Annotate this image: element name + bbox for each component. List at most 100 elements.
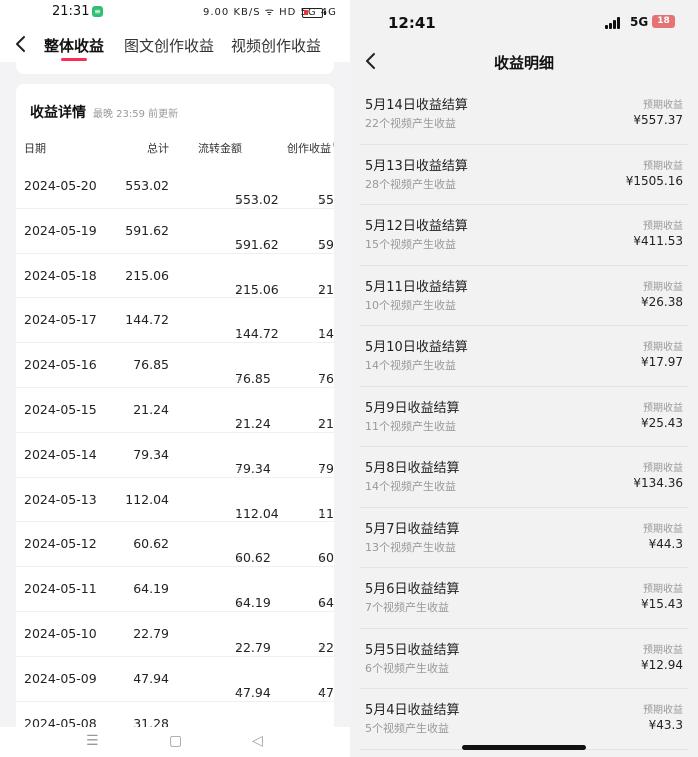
chevron-right-icon: › bbox=[237, 639, 242, 655]
chevron-right-icon: › bbox=[237, 415, 242, 431]
row-total: 591.62 bbox=[125, 222, 169, 238]
expected-value: ¥17.97 bbox=[641, 355, 683, 369]
status-time: 21:31 bbox=[52, 4, 90, 19]
info-icon[interactable]: ? bbox=[333, 140, 334, 149]
settlement-title: 5月12日收益结算 bbox=[365, 219, 468, 234]
chevron-right-icon: › bbox=[237, 460, 242, 476]
page-header: 收益明细 bbox=[350, 44, 698, 84]
chevron-right-icon: › bbox=[237, 684, 242, 700]
expected-label: 预期收益 bbox=[643, 221, 683, 232]
table-row: 2024-05-0947.9447.94›47.94› bbox=[16, 657, 334, 702]
expected-label: 预期收益 bbox=[643, 705, 683, 716]
settlement-subtitle: 14个视频产生收益 bbox=[365, 480, 456, 493]
tab-article-earnings[interactable]: 图文创作收益 bbox=[124, 35, 214, 56]
settlement-item[interactable]: 5月12日收益结算 15个视频产生收益 预期收益 ¥411.53 bbox=[360, 205, 688, 266]
expected-value: ¥43.3 bbox=[648, 718, 683, 732]
settlement-item[interactable]: 5月7日收益结算 13个视频产生收益 预期收益 ¥44.3 bbox=[360, 508, 688, 568]
expected-value: ¥557.37 bbox=[633, 113, 683, 127]
col-date: 日期 bbox=[24, 142, 46, 155]
update-note: 最晚 23:59 前更新 bbox=[93, 109, 179, 120]
settlement-title: 5月9日收益结算 bbox=[365, 400, 460, 416]
settlement-subtitle: 6个视频产生收益 bbox=[365, 661, 449, 675]
signal-icon bbox=[605, 17, 623, 29]
home-icon[interactable]: ▢ bbox=[169, 733, 182, 749]
settlement-item[interactable]: 5月9日收益结算 11个视频产生收益 预期收益 ¥25.43 bbox=[360, 387, 688, 447]
chevron-right-icon: › bbox=[320, 281, 325, 297]
page-title: 收益明细 bbox=[493, 54, 554, 72]
settlement-title: 5月13日收益结算 bbox=[365, 158, 468, 174]
expected-label: 预期收益 bbox=[643, 644, 683, 656]
row-total: 21.24 bbox=[133, 401, 169, 417]
table-row: 2024-05-1521.2421.24›21.24› bbox=[16, 388, 334, 433]
row-total: 60.62 bbox=[133, 536, 169, 552]
chevron-right-icon: › bbox=[320, 371, 325, 387]
settlement-list: 5月14日收益结算 22个视频产生收益预期收益 ¥557.37 5月13日收益结算 28… bbox=[360, 84, 688, 750]
settlement-item[interactable]: 5月4日收益结算 5个视频产生收益 预期收益 ¥43.3 bbox=[360, 689, 688, 750]
expected-label: 预期收益 bbox=[643, 584, 683, 595]
settlement-title: 5月11日收益结算 bbox=[365, 279, 468, 295]
settlement-item[interactable]: 5月10日收益结算 14个视频产生收益 预期收益 ¥17.97 bbox=[360, 326, 688, 387]
settlement-subtitle: 28个视频产生收益 bbox=[365, 177, 456, 191]
row-date: 2024-05-19 bbox=[24, 222, 97, 238]
settlement-subtitle: 22个视频产生收益 bbox=[365, 117, 456, 130]
settlement-title: 5月14日收益结算 bbox=[365, 98, 468, 113]
row-date: 2024-05-15 bbox=[24, 401, 97, 417]
settlement-title: 5月8日收益结算 bbox=[365, 461, 460, 476]
row-date: 2024-05-09 bbox=[24, 670, 97, 686]
earnings-table: 2024-05-20553.02553.02›553.02›2024-05-19… bbox=[16, 164, 334, 744]
chevron-right-icon: › bbox=[237, 371, 242, 387]
expected-value: ¥44.3 bbox=[648, 536, 683, 551]
chevron-right-icon: › bbox=[237, 236, 242, 252]
chevron-right-icon: › bbox=[320, 684, 325, 700]
table-header: 日期 总计 流转金额 创作收益? bbox=[16, 140, 334, 156]
expected-label: 预期收益 bbox=[643, 342, 683, 353]
top-nav: 整体收益 图文创作收益 视频创作收益 bbox=[0, 26, 350, 62]
chevron-right-icon: › bbox=[320, 505, 325, 521]
row-date: 2024-05-17 bbox=[24, 312, 97, 328]
back-arrow-icon[interactable] bbox=[12, 35, 30, 53]
col-creation-earnings: 创作收益? bbox=[287, 140, 334, 156]
settlement-item[interactable]: 5月5日收益结算 6个视频产生收益 预期收益 ¥12.94 bbox=[360, 629, 688, 689]
earnings-detail-card: 收益详情 最晚 23:59 前更新 日期 总计 流转金额 创作收益? 2024-… bbox=[16, 84, 334, 744]
settlement-item[interactable]: 5月14日收益结算 22个视频产生收益 预期收益 ¥557.37 bbox=[360, 84, 688, 145]
left-screen: 21:31 ≡ 9.00 KB/S ᯤ HD 5G 4G 整体收益 图文创作收益… bbox=[0, 0, 350, 757]
table-row: 2024-05-1479.3479.34›79.34› bbox=[16, 433, 334, 478]
status-bar: 12:41 5G 18 bbox=[350, 0, 698, 44]
chevron-right-icon: › bbox=[237, 595, 242, 611]
settlement-subtitle: 15个视频产生收益 bbox=[365, 238, 456, 251]
settlement-title: 5月6日收益结算 bbox=[365, 582, 460, 597]
table-row: 2024-05-19591.62591.62›591.62› bbox=[16, 209, 334, 254]
expected-value: ¥411.53 bbox=[633, 234, 683, 248]
notification-icon: ≡ bbox=[92, 6, 103, 17]
row-date: 2024-05-20 bbox=[24, 178, 97, 193]
signal-icons: ᯤ HD 5G 4G bbox=[264, 7, 337, 18]
home-indicator[interactable] bbox=[462, 745, 586, 750]
settlement-item[interactable]: 5月8日收益结算 14个视频产生收益 预期收益 ¥134.36 bbox=[360, 447, 688, 508]
settlement-item[interactable]: 5月11日收益结算 10个视频产生收益 预期收益 ¥26.38 bbox=[360, 266, 688, 326]
tab-overall-earnings[interactable]: 整体收益 bbox=[44, 35, 104, 56]
row-total: 47.94 bbox=[133, 670, 169, 686]
settlement-subtitle: 5个视频产生收益 bbox=[365, 722, 449, 735]
expected-value: ¥134.36 bbox=[633, 476, 683, 490]
menu-icon[interactable]: ☰ bbox=[86, 733, 99, 749]
expected-value: ¥25.43 bbox=[641, 415, 683, 430]
chevron-right-icon: › bbox=[320, 236, 325, 252]
back-icon[interactable]: ◁ bbox=[252, 733, 263, 749]
row-date: 2024-05-13 bbox=[24, 491, 97, 507]
chevron-right-icon: › bbox=[320, 550, 325, 566]
system-nav-bar: ☰ ▢ ◁ bbox=[0, 727, 350, 757]
row-total: 76.85 bbox=[133, 357, 169, 373]
expected-value: ¥1505.16 bbox=[625, 173, 683, 188]
expected-value: ¥12.94 bbox=[641, 657, 683, 672]
settlement-subtitle: 14个视频产生收益 bbox=[365, 359, 456, 372]
table-row: 2024-05-18215.06215.06›215.06› bbox=[16, 254, 334, 299]
settlement-item[interactable]: 5月6日收益结算 7个视频产生收益 预期收益 ¥15.43 bbox=[360, 568, 688, 629]
expected-label: 预期收益 bbox=[643, 281, 683, 293]
right-screen: 12:41 5G 18 收益明细 5月14日收益结算 22个视频产生收益 预期收益 ¥… bbox=[350, 0, 698, 757]
col-total: 总计 bbox=[147, 142, 169, 155]
tab-video-earnings[interactable]: 视频创作收益 bbox=[231, 35, 321, 56]
table-row: 2024-05-1676.8576.85›76.85› bbox=[16, 343, 334, 388]
settlement-item[interactable]: 5月13日收益结算 28个视频产生收益 预期收益 ¥1505.16 bbox=[360, 145, 688, 205]
network-speed: 9.00 KB/S bbox=[203, 7, 261, 18]
chevron-right-icon: › bbox=[320, 326, 325, 342]
